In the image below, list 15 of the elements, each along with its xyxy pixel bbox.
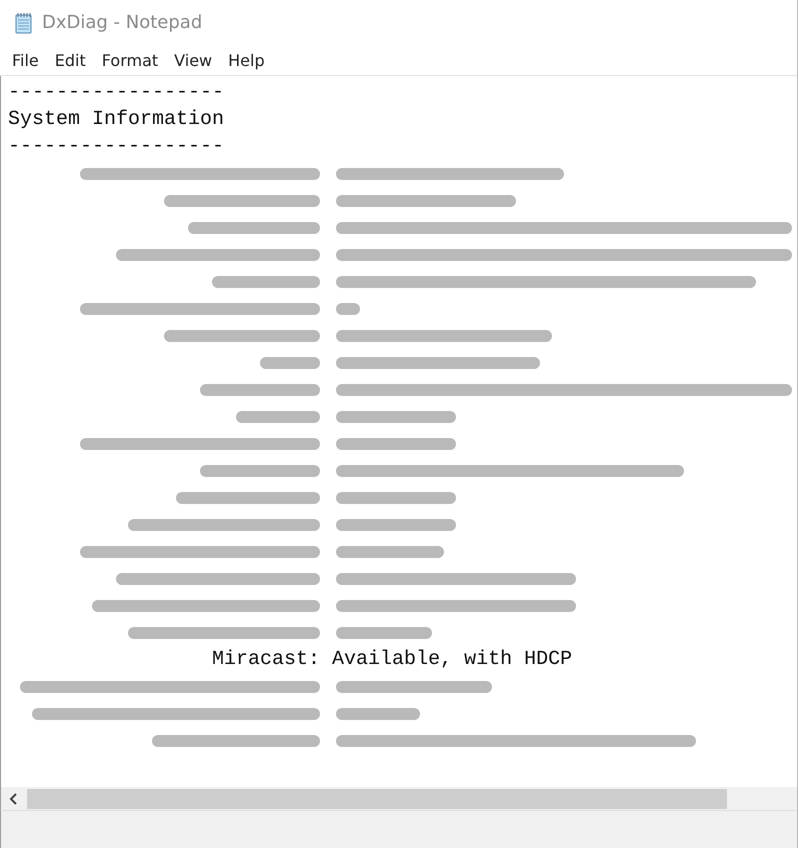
text-line: ------------------ xyxy=(8,134,226,160)
text-line: ------------------ xyxy=(8,80,226,106)
menu-item[interactable]: View xyxy=(174,50,212,70)
menu-item[interactable]: Help xyxy=(228,50,265,70)
blurred-text xyxy=(260,356,320,368)
text-line: Miracast: Available, with HDCP xyxy=(211,647,574,673)
scroll-left-icon[interactable] xyxy=(9,792,19,804)
text-line: System Information xyxy=(8,107,226,133)
menu-item[interactable]: Edit xyxy=(54,50,86,70)
notepad-icon xyxy=(14,12,34,34)
menu-item[interactable]: File xyxy=(12,50,39,70)
window-title: DxDiag - Notepad xyxy=(42,12,202,33)
scrollbar-thumb[interactable] xyxy=(27,788,727,808)
menu-item[interactable]: Format xyxy=(102,50,158,70)
blurred-text xyxy=(336,302,360,314)
